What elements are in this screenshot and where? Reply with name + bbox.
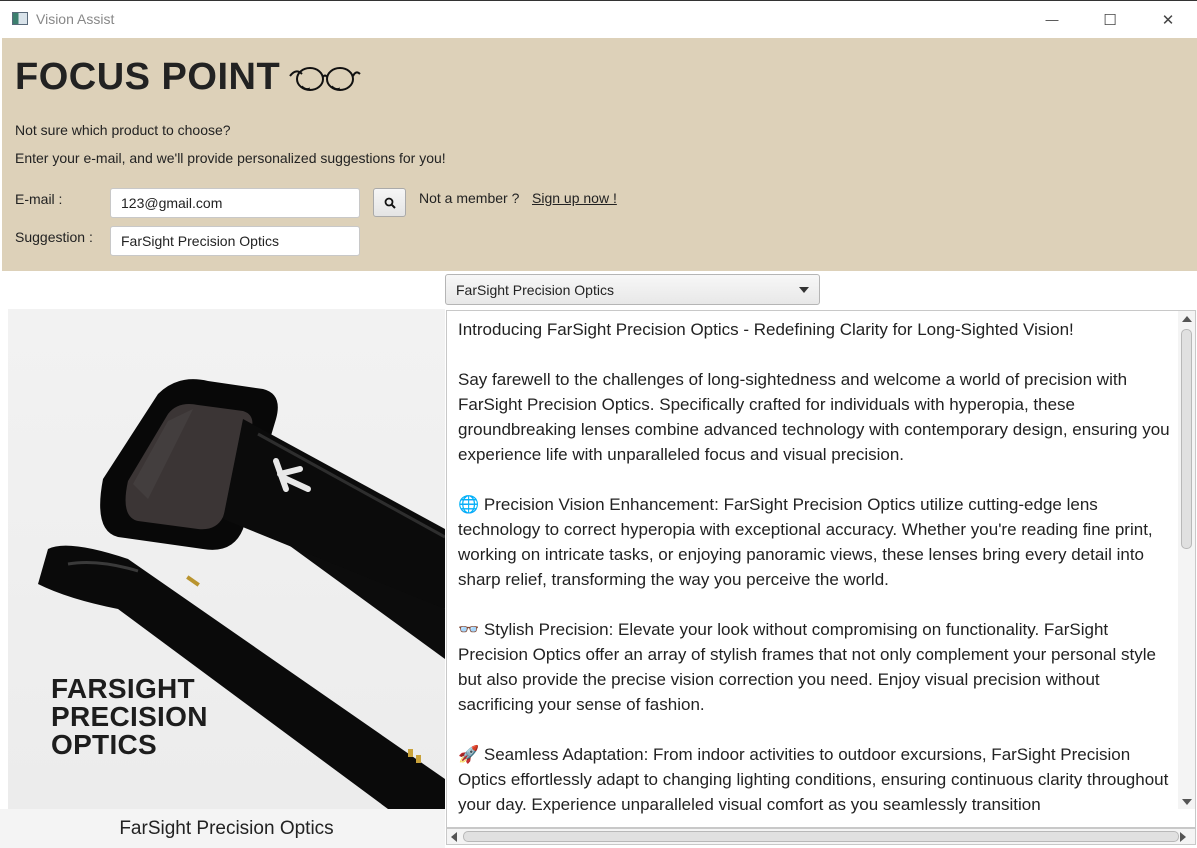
app-icon [12, 12, 28, 25]
product-dropdown-value: FarSight Precision Optics [456, 282, 614, 298]
glasses-icon [289, 67, 361, 91]
window-title: Vision Assist [36, 11, 115, 27]
signup-link[interactable]: Sign up now ! [532, 190, 617, 206]
description-paragraph: 👓 Stylish Precision: Elevate your look w… [458, 620, 1156, 714]
email-field[interactable]: 123@gmail.com [110, 188, 360, 218]
maximize-button[interactable]: ☐ [1081, 1, 1139, 38]
scroll-left-icon[interactable] [451, 832, 457, 842]
prompt-line-2: Enter your e-mail, and we'll provide per… [15, 150, 446, 166]
header-panel: FOCUS POINT Not sure which product to ch… [2, 38, 1197, 271]
scroll-up-icon[interactable] [1182, 316, 1192, 322]
scroll-right-icon[interactable] [1180, 832, 1186, 842]
suggestion-label: Suggestion : [15, 229, 93, 245]
product-name: FarSight Precision Optics [119, 818, 334, 839]
description-textarea[interactable]: Introducing FarSight Precision Optics - … [446, 310, 1196, 828]
brand-title: FOCUS POINT [15, 56, 281, 98]
prompt-line-1: Not sure which product to choose? [15, 122, 231, 138]
vertical-scrollbar[interactable] [1178, 311, 1195, 809]
chevron-down-icon [799, 287, 809, 293]
description-paragraph: 🌐 Precision Vision Enhancement: FarSight… [458, 495, 1153, 589]
suggestion-field[interactable]: FarSight Precision Optics [110, 226, 360, 256]
member-prompt: Not a member ? [419, 190, 520, 206]
description-text: Introducing FarSight Precision Optics - … [458, 317, 1174, 827]
maximize-icon: ☐ [1103, 11, 1117, 29]
product-image: FARSIGHT PRECISION OPTICS [8, 309, 445, 809]
horizontal-scroll-thumb[interactable] [463, 831, 1179, 842]
vertical-scroll-thumb[interactable] [1181, 329, 1192, 549]
email-label: E-mail : [15, 191, 63, 207]
minimize-button[interactable]: — [1023, 1, 1081, 38]
image-caption: FARSIGHT PRECISION OPTICS [51, 675, 251, 759]
horizontal-scrollbar[interactable] [446, 828, 1196, 845]
scroll-down-icon[interactable] [1182, 799, 1192, 805]
close-button[interactable]: ✕ [1139, 1, 1197, 38]
image-caption-line: OPTICS [51, 729, 158, 760]
search-icon [384, 197, 396, 209]
description-paragraph: 🚀 Seamless Adaptation: From indoor activ… [458, 745, 1169, 814]
description-paragraph: Say farewell to the challenges of long-s… [458, 370, 1170, 464]
title-bar: Vision Assist — ☐ ✕ [0, 0, 1197, 38]
product-dropdown[interactable]: FarSight Precision Optics [445, 274, 820, 305]
close-icon: ✕ [1161, 11, 1175, 29]
description-paragraph: Introducing FarSight Precision Optics - … [458, 320, 1074, 339]
image-caption-line: FARSIGHT [51, 673, 195, 704]
minimize-icon: — [1045, 12, 1059, 27]
app-window: Vision Assist — ☐ ✕ FOCUS POINT Not sure… [0, 0, 1197, 848]
image-caption-line: PRECISION [51, 701, 208, 732]
search-button[interactable] [373, 188, 406, 217]
